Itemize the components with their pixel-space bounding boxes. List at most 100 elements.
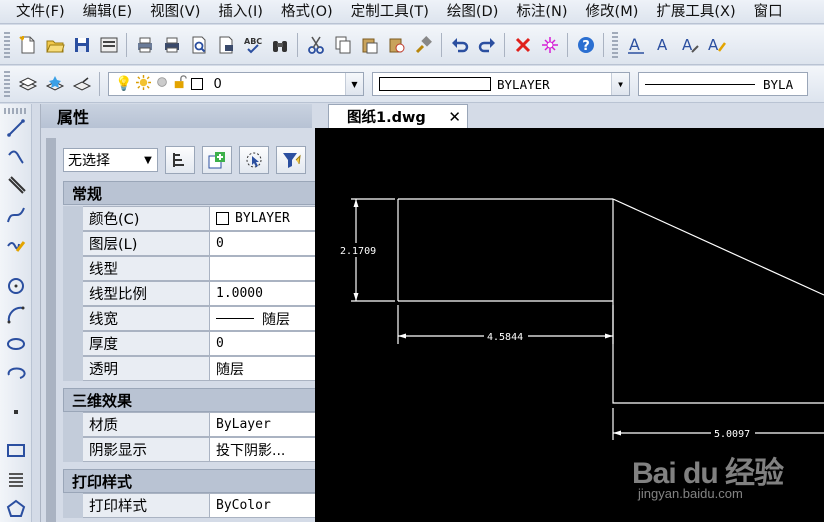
prop-row-plot-style[interactable]: 打印样式 ByColor [63, 493, 336, 518]
properties-scroll-strip[interactable] [46, 138, 56, 522]
watermark-url: jingyan.baidu.com [638, 486, 743, 501]
layer-unlock-icon[interactable] [173, 75, 188, 93]
redo-icon[interactable] [475, 32, 499, 58]
help-icon[interactable]: ? [574, 32, 598, 58]
menu-edit[interactable]: 编辑(E) [74, 0, 141, 23]
linetype-combo[interactable]: BYLA [638, 72, 808, 96]
point-icon[interactable] [4, 400, 28, 424]
ellipse-arc-icon[interactable] [4, 361, 28, 385]
toggle-pickadd-button[interactable] [165, 146, 195, 174]
section-3d-header[interactable]: 三维效果 ▲ [63, 388, 336, 412]
undo-icon[interactable] [448, 32, 472, 58]
spell-check-icon[interactable]: ABC [241, 32, 265, 58]
menu-draw[interactable]: 绘图(D) [438, 0, 507, 23]
explode-icon[interactable] [538, 32, 562, 58]
print-preview-icon[interactable] [187, 32, 211, 58]
menu-insert[interactable]: 插入(I) [209, 0, 272, 23]
erase-x-icon[interactable] [511, 32, 535, 58]
text-pen-icon[interactable]: A [705, 32, 729, 58]
polygon-icon[interactable] [4, 497, 28, 521]
document-tab[interactable]: 图纸1.dwg ✕ [328, 104, 468, 128]
xline-icon[interactable] [4, 174, 28, 198]
menu-format[interactable]: 格式(O) [272, 0, 342, 23]
section-general-header[interactable]: 常规 ▲ [63, 181, 336, 205]
layer-state-icon[interactable] [43, 71, 67, 97]
menu-modify[interactable]: 修改(M) [577, 0, 648, 23]
prop-name: 图层(L) [83, 231, 210, 256]
toolbar-grip[interactable] [4, 31, 10, 58]
prop-row-thickness[interactable]: 厚度 0 [63, 331, 336, 356]
open-folder-icon[interactable] [43, 32, 67, 58]
prop-name: 线宽 [83, 306, 210, 331]
layer-vp-freeze-icon[interactable] [155, 75, 169, 93]
menu-custom-tools[interactable]: 定制工具(T) [342, 0, 438, 23]
layer-color-swatch[interactable] [191, 78, 204, 90]
row-gutter [63, 281, 83, 306]
arc-icon[interactable] [4, 303, 28, 327]
section-plot-style-header[interactable]: 打印样式 ▲ [63, 469, 336, 493]
line-icon[interactable] [4, 116, 28, 140]
chevron-down-icon[interactable]: ▼ [345, 73, 363, 95]
plot-icon[interactable] [133, 32, 157, 58]
print-icon[interactable] [160, 32, 184, 58]
select-objects-button[interactable] [202, 146, 232, 174]
layer-combo[interactable]: 💡 0 ▼ [108, 72, 364, 96]
save-as-icon[interactable] [97, 32, 121, 58]
draw-toolbar [0, 104, 32, 522]
prop-row-linetype[interactable]: 线型 [63, 256, 336, 281]
menu-file[interactable]: 文件(F) [0, 0, 74, 23]
drawing-slope-line [612, 198, 824, 296]
prop-row-material[interactable]: 材质 ByLayer [63, 412, 336, 437]
properties-title: 属性 [41, 104, 313, 128]
prop-row-color[interactable]: 颜色(C) BYLAYER [63, 206, 336, 231]
new-file-icon[interactable] [16, 32, 40, 58]
chevron-down-icon[interactable]: ▼ [611, 73, 629, 95]
color-swatch [379, 77, 491, 91]
menu-dimension[interactable]: 标注(N) [507, 0, 576, 23]
close-icon[interactable]: ✕ [448, 108, 461, 126]
menu-window[interactable]: 窗口 [745, 0, 792, 23]
quick-select-button[interactable] [239, 146, 269, 174]
text-style-icon[interactable]: A [624, 32, 648, 58]
row-gutter [63, 493, 83, 518]
layer-thaw-sun-icon[interactable] [136, 74, 152, 94]
find-binoculars-icon[interactable] [268, 32, 292, 58]
cut-scissors-icon[interactable] [304, 32, 328, 58]
chevron-down-icon[interactable]: ▼ [139, 149, 157, 171]
layer-manager-icon[interactable] [16, 71, 40, 97]
prop-row-linetype-scale[interactable]: 线型比例 1.0000 [63, 281, 336, 306]
sketch-pen-icon[interactable] [4, 232, 28, 256]
edit-text-icon[interactable]: A [678, 32, 702, 58]
circle-icon[interactable] [4, 274, 28, 298]
helix-icon[interactable] [4, 468, 28, 492]
menu-view[interactable]: 视图(V) [141, 0, 209, 23]
properties-panel: 属性 无选择 ▼ 常规 ▲ 颜色(C) BYLAYER 图层(L) 0 线型 线… [40, 104, 336, 522]
ellipse-icon[interactable] [4, 332, 28, 356]
rectangle-icon[interactable] [4, 438, 28, 462]
prop-row-layer[interactable]: 图层(L) 0 [63, 231, 336, 256]
dim-text-vertical: 2.1709 [340, 246, 376, 257]
polyline-icon[interactable] [4, 145, 28, 169]
filter-funnel-button[interactable] [276, 146, 306, 174]
match-properties-brush-icon[interactable] [412, 32, 436, 58]
toolbar-grip[interactable] [4, 71, 10, 97]
prop-row-shadow[interactable]: 阴影显示 投下阴影... [63, 437, 336, 462]
single-line-text-icon[interactable]: A [651, 32, 675, 58]
color-combo[interactable]: BYLAYER ▼ [372, 72, 630, 96]
save-icon[interactable] [70, 32, 94, 58]
spline-icon[interactable] [4, 203, 28, 227]
copy-icon[interactable] [331, 32, 355, 58]
prop-row-lineweight[interactable]: 线宽 随层 [63, 306, 336, 331]
paste-icon[interactable] [358, 32, 382, 58]
selection-combo[interactable]: 无选择 ▼ [63, 148, 158, 172]
menu-extension-tools[interactable]: 扩展工具(X) [647, 0, 744, 23]
dim-text-vertical-group: 2.1709 [338, 243, 376, 257]
prop-row-transparency[interactable]: 透明 随层 [63, 356, 336, 381]
paste-special-icon[interactable] [385, 32, 409, 58]
publish-icon[interactable] [214, 32, 238, 58]
layer-on-bulb-icon[interactable]: 💡 [115, 76, 132, 92]
toolbar-grip[interactable] [612, 31, 618, 58]
toolbar-grip[interactable] [4, 108, 27, 114]
row-gutter [63, 437, 83, 462]
layer-previous-icon[interactable] [70, 71, 94, 97]
